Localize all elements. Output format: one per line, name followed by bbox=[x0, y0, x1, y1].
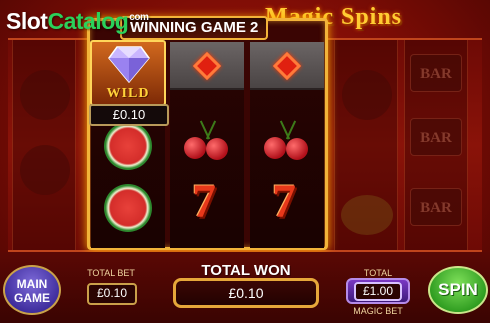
bar-symbol: BAR bbox=[410, 118, 462, 156]
slotcatalog-watermark: SlotCatalogcom bbox=[6, 8, 149, 34]
wild-label: WILD bbox=[106, 86, 150, 101]
magic-bet-frame[interactable]: £1.00 bbox=[346, 278, 410, 304]
ghost-symbol bbox=[342, 70, 392, 120]
background-reel-1 bbox=[12, 40, 76, 250]
panel-reel-2: 7 bbox=[170, 42, 244, 248]
main-game-button[interactable]: MAIN GAME bbox=[3, 265, 61, 315]
main-game-label-line1: MAIN bbox=[16, 277, 48, 291]
magic-bet-label: MAGIC BET bbox=[353, 306, 403, 316]
ghost-symbol bbox=[20, 145, 70, 195]
total-won-value: £0.10 bbox=[173, 278, 319, 308]
reel-cell bbox=[170, 42, 244, 90]
line-win-value: £0.10 bbox=[89, 104, 169, 126]
bar-symbol: BAR bbox=[410, 188, 462, 226]
spin-button[interactable]: SPIN bbox=[428, 266, 488, 314]
seven-symbol: 7 bbox=[272, 175, 296, 228]
ghost-symbol bbox=[20, 70, 70, 120]
panel-reel-3: 7 bbox=[250, 42, 324, 248]
watermelon-symbol bbox=[104, 122, 152, 170]
main-game-label-line2: GAME bbox=[14, 291, 50, 305]
ghost-lemon-symbol bbox=[341, 195, 393, 235]
red-gem-icon bbox=[272, 51, 302, 81]
magic-bet-value: £1.00 bbox=[354, 282, 402, 301]
total-bet-label: TOTAL BET bbox=[87, 268, 135, 278]
total-won-label: TOTAL WON bbox=[201, 262, 291, 279]
cherry-stem bbox=[285, 120, 297, 140]
cherry-icon bbox=[184, 137, 206, 159]
cherry-stem bbox=[205, 120, 217, 140]
background-reel-4 bbox=[334, 40, 398, 250]
reel-cell bbox=[250, 42, 324, 90]
cherry-icon bbox=[264, 137, 286, 159]
bar-symbol: BAR bbox=[410, 54, 462, 92]
total-bet-value[interactable]: £0.10 bbox=[87, 283, 137, 305]
magic-bet-total-label: TOTAL bbox=[363, 268, 393, 278]
watermelon-symbol bbox=[104, 184, 152, 232]
background-reel-5: BAR BAR BAR bbox=[404, 40, 468, 250]
cherry-icon bbox=[286, 138, 308, 160]
red-gem-icon bbox=[192, 51, 222, 81]
diamond-icon bbox=[108, 46, 150, 84]
cherry-icon bbox=[206, 138, 228, 160]
seven-symbol: 7 bbox=[192, 175, 216, 228]
